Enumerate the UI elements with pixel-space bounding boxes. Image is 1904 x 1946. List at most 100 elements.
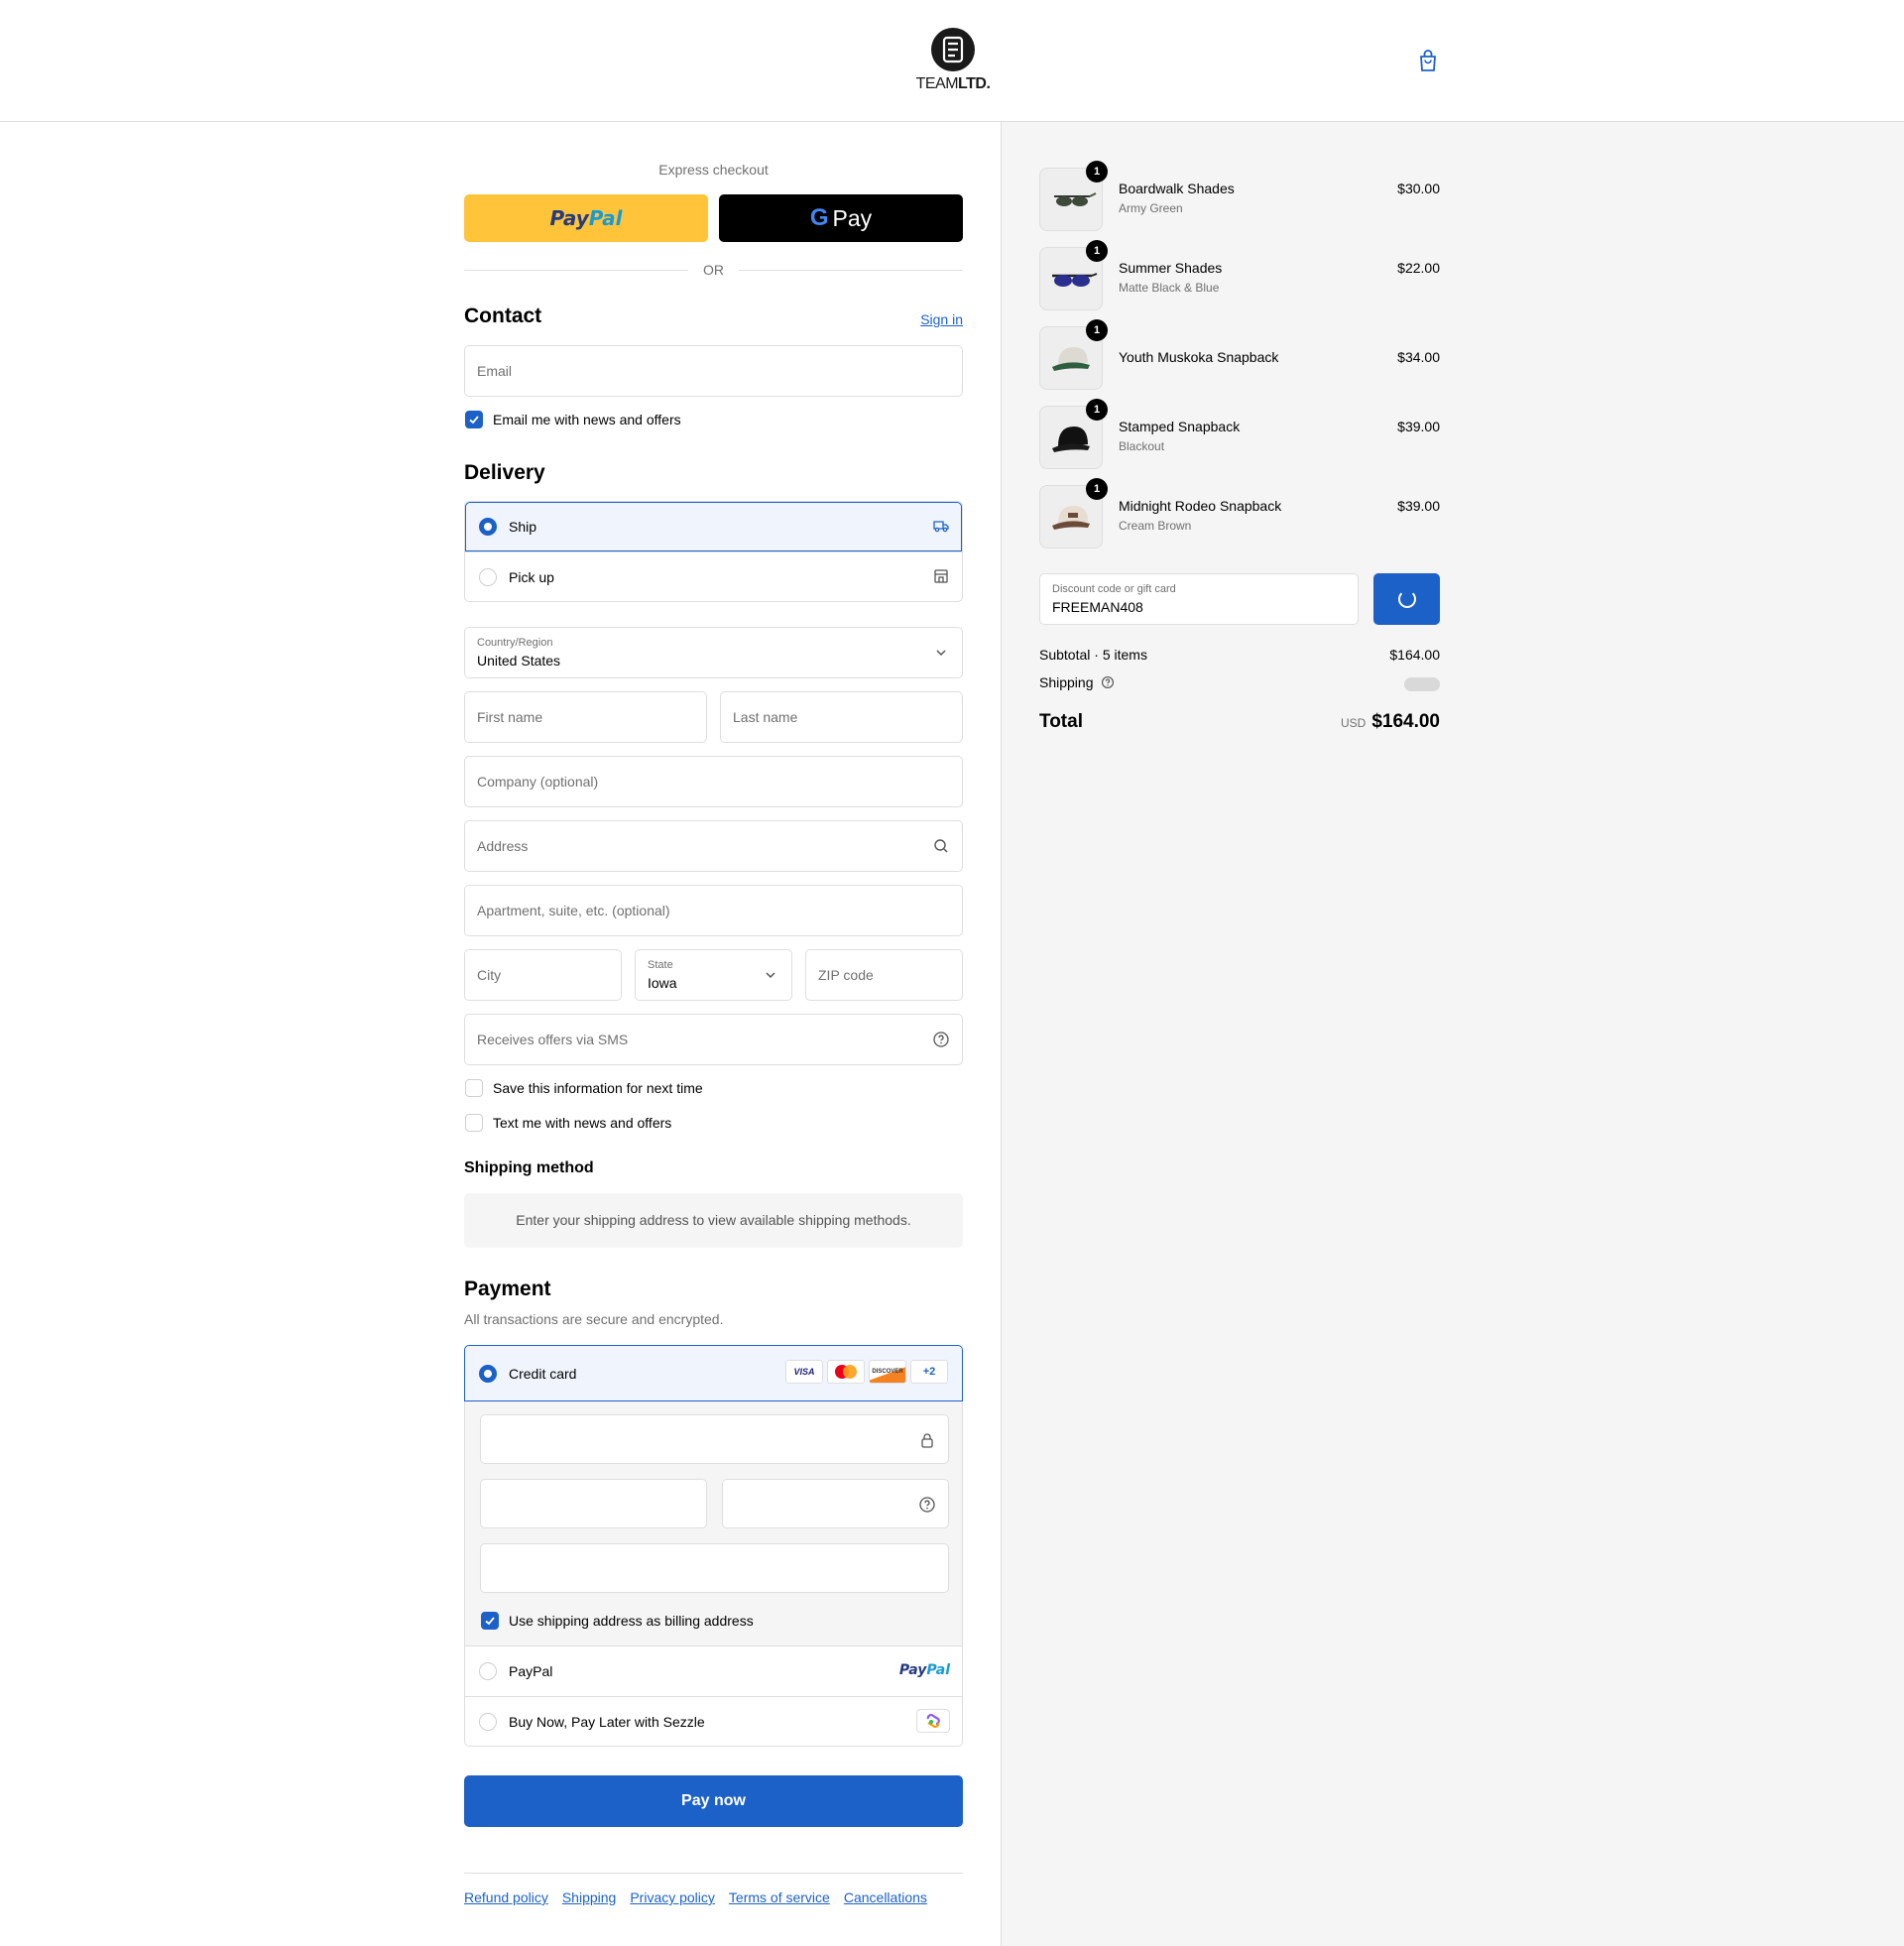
total-currency: USD (1340, 716, 1367, 730)
delivery-option-pickup[interactable]: Pick up (465, 551, 962, 601)
google-pay-label: Pay (832, 204, 873, 231)
google-g-icon: G (809, 204, 829, 231)
item-price: $39.00 (1397, 419, 1440, 434)
payment-title: Payment (464, 1277, 551, 1300)
card-cvv-field[interactable] (722, 1479, 949, 1528)
card-name-field[interactable] (480, 1543, 949, 1593)
checkbox-unchecked-icon (465, 1079, 483, 1097)
line-item: 1 Summer Shades Matte Black & Blue $22.0… (1039, 240, 1440, 310)
alternate-payment-options: PayPal PayPal Buy Now, Pay Later with Se… (464, 1645, 963, 1747)
delivery-method-group: Ship Pick up (464, 501, 963, 602)
apartment-field[interactable]: Apartment, suite, etc. (optional) (464, 885, 963, 936)
card-expiry-field[interactable] (480, 1479, 707, 1528)
city-placeholder: City (477, 967, 502, 983)
discover-icon: DISCOVER (869, 1360, 906, 1384)
paypal-logo-part2: Pal (588, 206, 623, 230)
quantity-badge: 1 (1086, 161, 1108, 182)
paypal-logo-part1: Pay (549, 206, 589, 230)
sezzle-option-label: Buy Now, Pay Later with Sezzle (509, 1713, 705, 1730)
billing-same-checkbox[interactable]: Use shipping address as billing address (481, 1612, 754, 1630)
apply-discount-button[interactable] (1373, 573, 1440, 625)
sms-field[interactable]: Receives offers via SMS (464, 1014, 963, 1065)
discount-value: FREEMAN408 (1052, 599, 1143, 615)
quantity-badge: 1 (1086, 240, 1108, 262)
item-price: $30.00 (1397, 181, 1440, 196)
country-select[interactable]: Country/Region United States (464, 627, 963, 678)
loading-spinner-icon (1397, 590, 1416, 608)
store-icon (932, 567, 950, 588)
mastercard-icon (827, 1360, 865, 1384)
store-logo[interactable]: TEAMLTD. (910, 28, 996, 93)
payment-option-sezzle[interactable]: Buy Now, Pay Later with Sezzle (465, 1696, 962, 1746)
address-field[interactable]: Address (464, 820, 963, 872)
first-name-field[interactable]: First name (464, 691, 707, 743)
address-placeholder: Address (477, 838, 529, 854)
item-variant: Matte Black & Blue (1119, 281, 1220, 295)
quantity-badge: 1 (1086, 319, 1108, 341)
line-item: 1 Stamped Snapback Blackout $39.00 (1039, 399, 1440, 469)
pay-now-button[interactable]: Pay now (464, 1775, 963, 1827)
chevron-down-icon (932, 644, 950, 662)
cancellations-link[interactable]: Cancellations (844, 1889, 927, 1905)
sms-placeholder: Receives offers via SMS (477, 1032, 629, 1047)
radio-unselected-icon (479, 1712, 497, 1731)
item-price: $39.00 (1397, 498, 1440, 514)
payment-option-paypal[interactable]: PayPal PayPal (465, 1646, 962, 1696)
zip-field[interactable]: ZIP code (805, 949, 963, 1001)
company-field[interactable]: Company (optional) (464, 756, 963, 807)
email-field[interactable]: Email (464, 345, 963, 397)
state-value: Iowa (648, 975, 677, 991)
radio-selected-icon (479, 518, 497, 536)
discount-code-field[interactable]: Discount code or gift card FREEMAN408 (1039, 573, 1359, 625)
city-field[interactable]: City (464, 949, 622, 1001)
shipping-method-note: Enter your shipping address to view avai… (464, 1193, 963, 1248)
total-value: USD $164.00 (1341, 711, 1440, 733)
subtotal-row: Subtotal · 5 items $164.00 (1039, 647, 1440, 663)
item-variant: Blackout (1119, 439, 1165, 453)
help-circle-icon[interactable] (1101, 675, 1115, 692)
line-item: 1 Boardwalk Shades Army Green $30.00 (1039, 161, 1440, 231)
last-name-placeholder: Last name (733, 709, 798, 725)
card-number-field[interactable] (480, 1414, 949, 1464)
terms-of-service-link[interactable]: Terms of service (729, 1889, 830, 1905)
shipping-policy-link[interactable]: Shipping (562, 1889, 617, 1905)
help-circle-icon[interactable] (918, 1496, 936, 1514)
sign-in-link[interactable]: Sign in (920, 311, 963, 327)
quantity-badge: 1 (1086, 478, 1108, 500)
save-info-checkbox[interactable]: Save this information for next time (465, 1079, 703, 1097)
refund-policy-link[interactable]: Refund policy (464, 1889, 548, 1905)
text-me-label: Text me with news and offers (493, 1115, 672, 1131)
payment-option-credit-card[interactable]: Credit card VISA DISCOVER +2 (464, 1345, 963, 1401)
item-variant: Cream Brown (1119, 519, 1192, 533)
billing-same-label: Use shipping address as billing address (509, 1613, 754, 1629)
google-pay-button[interactable]: G Pay (719, 194, 963, 242)
sezzle-logo-icon (916, 1709, 950, 1733)
paypal-express-button[interactable]: Pay Pal (464, 194, 708, 242)
text-me-checkbox[interactable]: Text me with news and offers (465, 1114, 671, 1132)
credit-card-fields: Use shipping address as billing address (464, 1401, 963, 1645)
email-news-checkbox[interactable]: Email me with news and offers (465, 411, 681, 428)
help-circle-icon[interactable] (932, 1031, 950, 1048)
or-divider: OR (464, 260, 963, 280)
shipping-row: Shipping (1039, 674, 1440, 692)
first-name-placeholder: First name (477, 709, 543, 725)
subtotal-label: Subtotal · 5 items (1039, 647, 1147, 663)
shopping-bag-icon[interactable] (1416, 48, 1440, 73)
shipping-label: Shipping (1039, 674, 1094, 690)
email-placeholder: Email (477, 363, 513, 379)
product-thumbnail: 1 (1039, 161, 1108, 231)
visa-icon: VISA (785, 1360, 823, 1384)
save-info-label: Save this information for next time (493, 1080, 703, 1096)
privacy-policy-link[interactable]: Privacy policy (630, 1889, 715, 1905)
last-name-field[interactable]: Last name (720, 691, 963, 743)
checkbox-checked-icon (465, 411, 483, 428)
footer-divider (464, 1873, 963, 1874)
divider-line (739, 270, 963, 271)
item-price: $22.00 (1397, 260, 1440, 276)
country-label: Country/Region (477, 637, 553, 649)
line-item: 1 Youth Muskoka Snapback $34.00 (1039, 319, 1440, 390)
delivery-option-ship[interactable]: Ship (465, 502, 962, 551)
logo-mark-icon (931, 28, 975, 71)
apartment-placeholder: Apartment, suite, etc. (optional) (477, 903, 670, 918)
state-select[interactable]: State Iowa (635, 949, 792, 1001)
